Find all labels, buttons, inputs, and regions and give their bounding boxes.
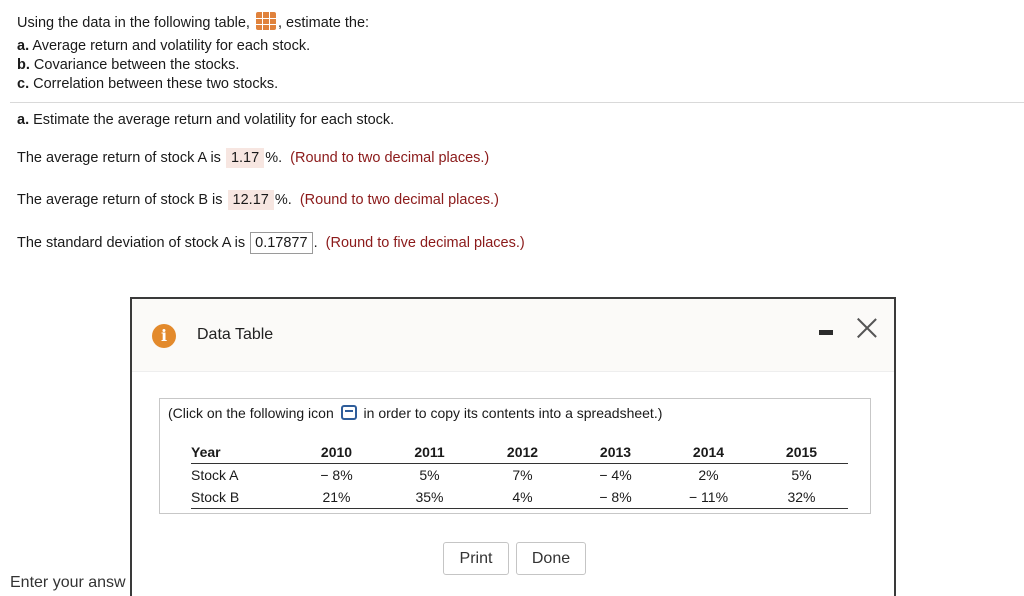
table-cell: 4% xyxy=(476,486,569,509)
copy-icon[interactable] xyxy=(340,405,357,420)
table-cell: 32% xyxy=(755,486,848,509)
stock-returns-table: Year 2010 2011 2012 2013 2014 2015 Stock… xyxy=(191,441,848,509)
table-cell: − 8% xyxy=(320,467,353,483)
table-cell: − 8% xyxy=(569,486,662,509)
done-button[interactable]: Done xyxy=(516,542,586,575)
rounding-hint: (Round to two decimal places.) xyxy=(299,192,499,208)
table-cell: 21% xyxy=(290,486,383,509)
table-header-cell: Year xyxy=(191,441,290,464)
question-part-c: c. Correlation between these two stocks. xyxy=(17,76,278,92)
answer-suffix: %. xyxy=(274,192,292,208)
table-header-cell: 2010 xyxy=(290,441,383,464)
table-header-row: Year 2010 2011 2012 2013 2014 2015 xyxy=(191,441,848,464)
answer-value-stock-b-return[interactable]: 12.17 xyxy=(227,190,274,210)
question-intro: Using the data in the following table, ,… xyxy=(17,12,369,31)
answer-prefix: The standard deviation of stock A is xyxy=(17,235,246,251)
answer-suffix: . xyxy=(313,235,318,251)
rounding-hint: (Round to two decimal places.) xyxy=(290,150,490,166)
table-cell: − 11% xyxy=(662,486,755,509)
copy-note: (Click on the following icon in order to… xyxy=(168,405,662,421)
table-header-cell: 2011 xyxy=(383,441,476,464)
table-cell: Stock A xyxy=(191,467,239,483)
table-cell: 35% xyxy=(383,486,476,509)
close-icon[interactable] xyxy=(856,317,878,339)
question-part-b: b. Covariance between the stocks. xyxy=(17,57,239,73)
dialog-header: i Data Table xyxy=(132,299,894,372)
table-cell: 2% xyxy=(698,467,719,483)
part-text: Average return and volatility for each s… xyxy=(32,38,311,54)
part-label: c. xyxy=(17,76,30,92)
table-row: Stock A − 8% 5% 7% − 4% 2% 5% xyxy=(191,464,848,487)
answer-prefix: The average return of stock A is xyxy=(17,150,221,166)
table-cell: 7% xyxy=(512,467,533,483)
table-header-cell: 2015 xyxy=(755,441,848,464)
print-button[interactable]: Print xyxy=(443,542,509,575)
answer-prefix: The average return of stock B is xyxy=(17,192,223,208)
data-table-panel: (Click on the following icon in order to… xyxy=(159,398,871,514)
data-table-dialog: i Data Table (Click on the following ico… xyxy=(130,297,896,596)
table-cell: 5% xyxy=(419,467,440,483)
question-intro-tail: , estimate the: xyxy=(278,15,370,31)
answer-suffix: %. xyxy=(265,150,283,166)
info-icon: i xyxy=(152,324,176,348)
table-cell: 5% xyxy=(791,467,812,483)
answer-heading: a. Estimate the average return and volat… xyxy=(17,112,394,128)
question-intro-text: Using the data in the following table, xyxy=(17,15,250,31)
answer-line-stock-a-sd: The standard deviation of stock A is 0.1… xyxy=(17,232,525,254)
answer-input-stock-a-sd[interactable]: 0.17877 xyxy=(250,232,313,254)
table-header-cell: 2012 xyxy=(476,441,569,464)
copy-note-text-tail: in order to copy its contents into a spr… xyxy=(363,405,663,421)
question-part-a: a. Average return and volatility for eac… xyxy=(17,38,310,54)
minimize-icon[interactable] xyxy=(819,330,833,335)
table-grid-icon[interactable] xyxy=(256,12,276,30)
part-label: b. xyxy=(17,57,30,73)
copy-note-text: (Click on the following icon xyxy=(168,405,334,421)
section-divider xyxy=(10,102,1024,103)
part-label: a. xyxy=(17,38,30,54)
table-row: Stock B 21% 35% 4% − 8% − 11% 32% xyxy=(191,486,848,509)
table-cell: Stock B xyxy=(191,486,290,509)
answer-line-stock-a-return: The average return of stock A is 1.17%. … xyxy=(17,148,489,168)
answer-heading-text: Estimate the average return and volatili… xyxy=(33,112,395,128)
dialog-title: Data Table xyxy=(197,326,274,343)
enter-answer-prompt: Enter your answ xyxy=(10,574,126,591)
table-header-cell: 2013 xyxy=(569,441,662,464)
answer-value-stock-a-return[interactable]: 1.17 xyxy=(225,148,265,168)
table-header-cell: 2014 xyxy=(662,441,755,464)
part-text: Correlation between these two stocks. xyxy=(33,76,279,92)
part-text: Covariance between the stocks. xyxy=(33,57,240,73)
answer-line-stock-b-return: The average return of stock B is 12.17%.… xyxy=(17,190,499,210)
answer-heading-label: a. xyxy=(17,112,30,128)
table-cell: − 4% xyxy=(599,467,632,483)
rounding-hint: (Round to five decimal places.) xyxy=(325,235,525,251)
